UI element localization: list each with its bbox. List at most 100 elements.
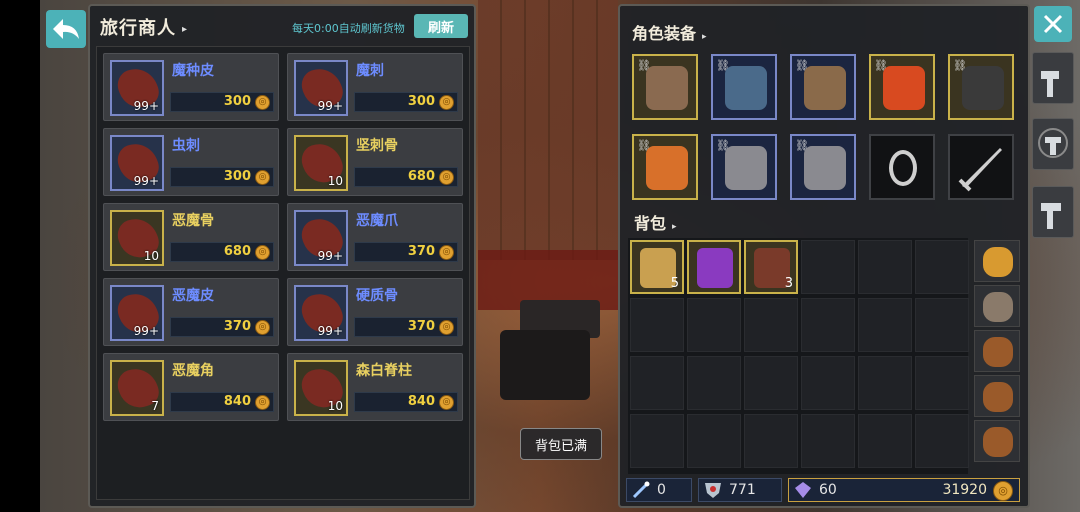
close-button[interactable]	[1034, 6, 1072, 42]
bag-slot[interactable]	[915, 414, 969, 468]
bag-slot[interactable]	[744, 298, 798, 352]
bag-slot[interactable]	[915, 356, 969, 410]
bag-slot[interactable]	[858, 240, 912, 294]
bag-slot[interactable]	[915, 240, 969, 294]
item-icon-frame[interactable]: 99+	[294, 285, 348, 341]
bag-slot[interactable]	[630, 356, 684, 410]
bag-tab[interactable]	[974, 375, 1020, 417]
tool-anvil-button-3[interactable]	[1032, 186, 1074, 238]
price-bar[interactable]: 840 ◎	[354, 392, 458, 412]
equipment-slot[interactable]: ⛓	[632, 134, 698, 200]
equipment-slot[interactable]: ⛓	[869, 54, 935, 120]
item-stock: 99+	[133, 324, 159, 338]
bag-slot[interactable]	[858, 414, 912, 468]
item-icon-frame[interactable]: 7	[110, 360, 164, 416]
bag-slot[interactable]	[801, 298, 855, 352]
bag-slot[interactable]	[687, 356, 741, 410]
bag-slot[interactable]	[630, 298, 684, 352]
bag-slot[interactable]	[687, 298, 741, 352]
tool-anvil-button-2[interactable]	[1032, 118, 1074, 170]
refresh-button[interactable]: 刷新	[414, 14, 468, 38]
shop-item-card[interactable]: 99+ 恶魔皮 370 ◎	[103, 278, 279, 346]
item-icon-frame[interactable]: 99+	[294, 210, 348, 266]
wand-icon	[632, 481, 650, 499]
pouch-icon	[983, 382, 1013, 412]
shop-item-card[interactable]: 10 恶魔骨 680 ◎	[103, 203, 279, 271]
shop-item-card[interactable]: 99+ 魔刺 300 ◎	[287, 53, 463, 121]
item-stock: 7	[151, 399, 159, 413]
shop-item-card[interactable]: 99+ 魔种皮 300 ◎	[103, 53, 279, 121]
bag-slot[interactable]	[858, 356, 912, 410]
item-name: 恶魔骨	[172, 213, 214, 229]
item-price: 370	[223, 319, 251, 334]
bag-slot[interactable]	[801, 356, 855, 410]
price-bar[interactable]: 370 ◎	[170, 317, 274, 337]
shield-emblem-icon	[705, 483, 721, 498]
item-icon-frame[interactable]: 10	[294, 360, 348, 416]
honor-value: 771	[729, 482, 756, 498]
price-bar[interactable]: 680 ◎	[354, 167, 458, 187]
item-icon-frame[interactable]: 99+	[110, 60, 164, 116]
bag-slot[interactable]	[687, 240, 741, 294]
gem-gold-currency: 60 31920 ◎	[788, 478, 1020, 502]
back-button[interactable]	[46, 10, 86, 48]
item-icon-frame[interactable]: 10	[294, 135, 348, 191]
item-price: 300	[223, 169, 251, 184]
equipment-slot[interactable]	[948, 134, 1014, 200]
item-name: 硬质骨	[356, 288, 398, 304]
tool-anvil-button-1[interactable]	[1032, 52, 1074, 104]
item-icon-frame[interactable]: 99+	[110, 135, 164, 191]
bag-slot[interactable]	[801, 414, 855, 468]
price-bar[interactable]: 370 ◎	[354, 317, 458, 337]
bag-slot[interactable]: 5	[630, 240, 684, 294]
item-stock: 10	[327, 399, 343, 413]
bag-tab[interactable]	[974, 420, 1020, 462]
bag-slot[interactable]	[915, 298, 969, 352]
bag-tab[interactable]	[974, 285, 1020, 327]
shop-item-card[interactable]: 99+ 虫刺 300 ◎	[103, 128, 279, 196]
shop-item-card[interactable]: 99+ 硬质骨 370 ◎	[287, 278, 463, 346]
shop-item-card[interactable]: 7 恶魔角 840 ◎	[103, 353, 279, 421]
shop-item-card[interactable]: 10 森白脊柱 840 ◎	[287, 353, 463, 421]
equipment-slot[interactable]: ⛓	[632, 54, 698, 120]
price-bar[interactable]: 680 ◎	[170, 242, 274, 262]
bag-tab[interactable]	[974, 240, 1020, 282]
magic-value: 0	[657, 482, 666, 498]
bag-slot[interactable]	[687, 414, 741, 468]
close-icon	[1043, 14, 1063, 34]
shop-item-list[interactable]: 99+ 魔种皮 300 ◎ 99+ 魔刺 300 ◎ 99+ 虫刺 300 ◎ 10 坚刺骨 680 ◎ 10 恶…	[96, 46, 470, 500]
gold-coin-icon: ◎	[255, 395, 270, 410]
price-bar[interactable]: 300 ◎	[170, 167, 274, 187]
price-bar[interactable]: 370 ◎	[354, 242, 458, 262]
bag-slot[interactable]	[630, 414, 684, 468]
price-bar[interactable]: 300 ◎	[170, 92, 274, 112]
shop-item-card[interactable]: 10 坚刺骨 680 ◎	[287, 128, 463, 196]
item-stock: 99+	[133, 99, 159, 113]
item-price: 840	[223, 394, 251, 409]
bag-grid[interactable]: 53	[628, 238, 969, 474]
item-icon-frame[interactable]: 99+	[294, 60, 348, 116]
gold-coin-icon: ◎	[439, 320, 454, 335]
gem-icon	[795, 482, 811, 498]
bag-slot[interactable]	[744, 356, 798, 410]
merchant-title: 旅行商人 ▸	[100, 18, 189, 39]
bag-tab[interactable]	[974, 330, 1020, 372]
equipment-slot[interactable]: ⛓	[948, 54, 1014, 120]
item-icon-frame[interactable]: 99+	[110, 285, 164, 341]
item-icon-frame[interactable]: 10	[110, 210, 164, 266]
equipment-slot[interactable]: ⛓	[790, 134, 856, 200]
equipment-slot[interactable]: ⛓	[790, 54, 856, 120]
item-name: 恶魔角	[172, 363, 214, 379]
price-bar[interactable]: 300 ◎	[354, 92, 458, 112]
equipment-slot[interactable]: ⛓	[711, 54, 777, 120]
bag-slot[interactable]: 3	[744, 240, 798, 294]
equipment-slot[interactable]	[869, 134, 935, 200]
bag-slot[interactable]	[744, 414, 798, 468]
bag-slot[interactable]	[801, 240, 855, 294]
shop-item-card[interactable]: 99+ 恶魔爪 370 ◎	[287, 203, 463, 271]
boots-icon	[804, 146, 846, 190]
price-bar[interactable]: 840 ◎	[170, 392, 274, 412]
bag-slot[interactable]	[858, 298, 912, 352]
equipment-slot[interactable]: ⛓	[711, 134, 777, 200]
bag-full-toast: 背包已满	[520, 428, 602, 460]
